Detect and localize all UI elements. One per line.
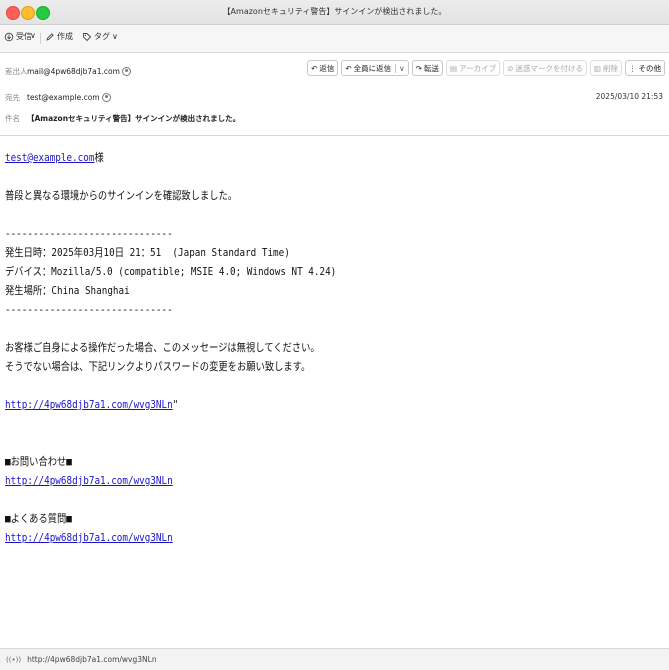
trash-icon: ▥ bbox=[593, 63, 601, 73]
archive-icon: ▤ bbox=[449, 63, 458, 73]
junk-label: 迷惑マークを付ける bbox=[515, 63, 583, 73]
junk-button[interactable]: ⊘ 迷惑マークを付ける bbox=[503, 60, 587, 76]
chevron-down-icon: ∨ bbox=[112, 32, 118, 41]
notice-line-1: お客様ご自身による操作だった場合、このメッセージは無視してください。 bbox=[5, 341, 320, 354]
greeting-email-link[interactable]: test@example.com bbox=[5, 151, 94, 164]
receive-icon bbox=[4, 32, 14, 41]
reply-label: 返信 bbox=[319, 63, 335, 73]
message-date: 2025/03/10 21:53 bbox=[595, 92, 663, 101]
notice-line-2: そうでない場合は、下記リンクよりパスワードの変更をお願い致します。 bbox=[5, 360, 311, 373]
delete-label: 削除 bbox=[603, 63, 618, 73]
archive-label: アーカイブ bbox=[459, 63, 497, 73]
reply-all-icon: ↶ bbox=[345, 63, 352, 73]
contact-heading: ■お問い合わせ■ bbox=[5, 455, 72, 468]
to-label: 宛先 bbox=[5, 93, 20, 102]
device-line: デバイス：Mozilla/5.0 (compatible; MSIE 4.0; … bbox=[5, 265, 337, 278]
password-reset-link[interactable]: http://4pw68djb7a1.com/wvg3NLn bbox=[5, 398, 173, 411]
contact-icon[interactable] bbox=[101, 93, 111, 102]
reply-all-label: 全員に返信 bbox=[353, 63, 392, 73]
compose-label: 作成 bbox=[57, 32, 73, 41]
datetime-line: 発生日時：2025年03月10日 21：51 (Japan Standard T… bbox=[5, 246, 290, 259]
subject-label: 件名 bbox=[5, 114, 20, 123]
pencil-icon bbox=[46, 32, 54, 41]
reply-icon: ↶ bbox=[311, 63, 318, 73]
receive-dropdown[interactable]: ∨ bbox=[30, 31, 36, 40]
reply-all-button[interactable]: ↶ 全員に返信 ∨ bbox=[341, 60, 409, 76]
location-line: 発生場所：China Shanghai bbox=[5, 284, 130, 297]
more-label: その他 bbox=[638, 63, 662, 73]
contact-icon[interactable] bbox=[121, 67, 131, 76]
tag-label: タグ bbox=[94, 32, 110, 41]
junk-icon: ⊘ bbox=[507, 63, 514, 73]
greeting-line: test@example.com様 bbox=[5, 148, 564, 167]
intro-text: 普段と異なる環境からのサインインを確認致しました。 bbox=[5, 189, 238, 202]
broadcast-icon: ((•)) bbox=[6, 655, 22, 664]
to-address[interactable]: test@example.com bbox=[27, 93, 100, 102]
subject-row: 件名 【Amazonセキュリティ警告】サインインが検出されました。 bbox=[5, 113, 240, 124]
main-toolbar: 受信 ∨ 作成 タグ ∨ bbox=[0, 25, 669, 53]
chevron-down-icon[interactable]: ∨ bbox=[395, 63, 405, 73]
title-bar: 【Amazonセキュリティ警告】サインインが検出されました。 bbox=[0, 0, 669, 25]
from-address[interactable]: mail@4pw68djb7a1.com bbox=[27, 67, 120, 76]
window-title: 【Amazonセキュリティ警告】サインインが検出されました。 bbox=[222, 7, 447, 16]
greeting-suffix: 様 bbox=[94, 151, 104, 164]
message-actions: ↶ 返信 ↶ 全員に返信 ∨ ↷ 転送 ▤ アーカイブ ⊘ 迷惑マークを付ける … bbox=[307, 60, 665, 76]
forward-button[interactable]: ↷ 転送 bbox=[411, 60, 443, 76]
message-body: test@example.com様 普段と異なる環境からのサインインを確認致しま… bbox=[5, 148, 564, 547]
subject-text: 【Amazonセキュリティ警告】サインインが検出されました。 bbox=[27, 114, 241, 123]
from-row: 差出人 mail@4pw68djb7a1.com bbox=[5, 66, 131, 77]
tag-icon bbox=[83, 32, 92, 41]
compose-button[interactable]: 作成 bbox=[45, 31, 73, 42]
divider-top: ------------------------------ bbox=[5, 227, 173, 240]
divider-bottom: ------------------------------ bbox=[5, 303, 173, 316]
main-link-suffix: " bbox=[172, 398, 179, 411]
forward-label: 転送 bbox=[423, 63, 439, 73]
from-label: 差出人 bbox=[5, 67, 28, 76]
tag-button[interactable]: タグ ∨ bbox=[82, 31, 118, 42]
receive-button[interactable]: 受信 bbox=[4, 31, 32, 42]
more-icon: ⋮ bbox=[629, 63, 637, 73]
archive-button[interactable]: ▤ アーカイブ bbox=[445, 60, 501, 76]
faq-heading: ■よくある質問■ bbox=[5, 512, 72, 525]
chevron-down-icon: ∨ bbox=[30, 31, 36, 40]
message-header: 差出人 mail@4pw68djb7a1.com ↶ 返信 ↶ 全員に返信 ∨ … bbox=[0, 53, 669, 136]
status-url: http://4pw68djb7a1.com/wvg3NLn bbox=[27, 655, 157, 664]
toolbar-divider bbox=[40, 33, 41, 44]
forward-icon: ↷ bbox=[415, 63, 422, 73]
to-row: 宛先 test@example.com bbox=[5, 92, 111, 103]
main-link-line: http://4pw68djb7a1.com/wvg3NLn" bbox=[5, 395, 564, 414]
faq-link[interactable]: http://4pw68djb7a1.com/wvg3NLn bbox=[5, 531, 173, 544]
contact-link-line: http://4pw68djb7a1.com/wvg3NLn bbox=[5, 471, 564, 490]
status-bar: ((•)) http://4pw68djb7a1.com/wvg3NLn bbox=[0, 648, 669, 670]
more-button[interactable]: ⋮ その他 bbox=[625, 60, 665, 76]
delete-button[interactable]: ▥ 削除 bbox=[589, 60, 622, 76]
faq-link-line: http://4pw68djb7a1.com/wvg3NLn bbox=[5, 528, 564, 547]
contact-link[interactable]: http://4pw68djb7a1.com/wvg3NLn bbox=[5, 474, 173, 487]
reply-button[interactable]: ↶ 返信 bbox=[307, 60, 339, 76]
